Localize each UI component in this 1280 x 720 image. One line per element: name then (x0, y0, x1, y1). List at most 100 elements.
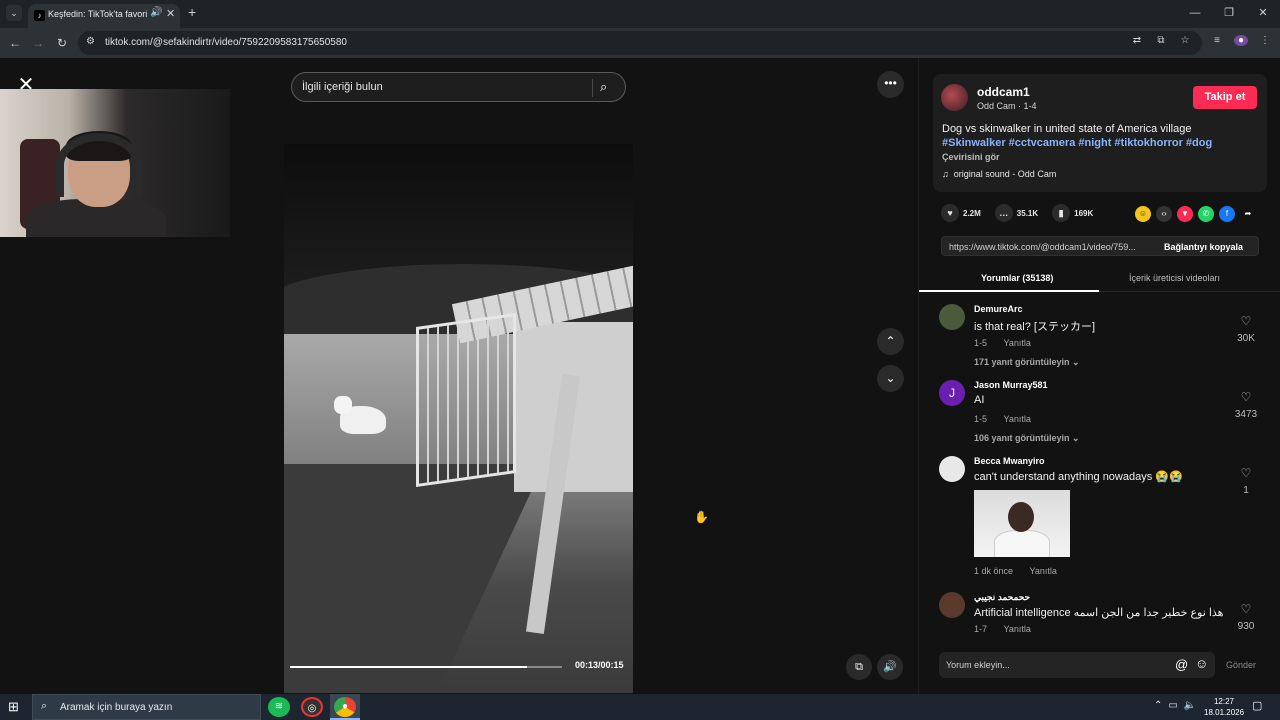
window-controls: — ❐ ✕ (1178, 0, 1280, 28)
url-text[interactable]: tiktok.com/@sefakindirtr/video/759220958… (105, 37, 347, 48)
save-button[interactable]: ▮ 169K (1052, 204, 1093, 222)
send-button[interactable]: Gönder (1226, 660, 1256, 670)
view-replies-label: 171 yanıt görüntüleyin (974, 357, 1070, 367)
webcam-overlay (0, 89, 230, 237)
browser-menu-icon[interactable]: ⋮ (1258, 35, 1272, 46)
comment-text: is that real? [ステッカー] (974, 321, 1096, 333)
comment-input[interactable]: Yorum ekleyin... @ ☺ (939, 652, 1215, 678)
comment-icon: … (994, 204, 1013, 222)
comment-date: 1-5 (974, 414, 988, 424)
video-progress-bar[interactable] (290, 666, 562, 668)
comment-button[interactable]: … 35.1K (994, 204, 1038, 222)
video-time: 00:13/00:15 (575, 660, 624, 670)
video-player[interactable]: 00:13/00:15 (284, 144, 633, 693)
related-search-input[interactable]: İlgili içeriği bulun ⌕ (291, 72, 626, 102)
comment-like-button[interactable]: ♡ 30K (1231, 314, 1261, 346)
comment-date: 1-5 (974, 338, 988, 348)
forward-icon[interactable]: → (29, 34, 47, 52)
tab-search-icon[interactable]: ⌄ (6, 5, 22, 21)
reading-list-icon[interactable]: ≡ (1210, 35, 1224, 46)
install-app-icon[interactable]: ⧉ (1154, 35, 1168, 46)
share-arrow-icon[interactable]: ➦ (1240, 206, 1256, 222)
author-name[interactable]: oddcam1 (977, 85, 1030, 99)
comment-text: AI (974, 394, 985, 406)
commenter-avatar[interactable] (939, 304, 965, 330)
author-avatar[interactable] (941, 84, 968, 111)
comment-meta: 1-7 Yanıtla (974, 624, 1031, 634)
browser-tab[interactable]: ♪ Keşfedin: TikTok'ta favori vi 🔊 ✕ (28, 4, 180, 28)
notifications-icon[interactable]: ▢ (1252, 699, 1262, 712)
tab-creator-videos[interactable]: İçerik üreticisi videoları (1129, 273, 1220, 283)
obs-icon[interactable]: ◎ (301, 697, 323, 717)
comment-like-button[interactable]: ♡ 3473 (1231, 390, 1261, 422)
comment-like-button[interactable]: ♡ 930 (1231, 602, 1261, 634)
save-count: 169K (1074, 208, 1094, 218)
profile-icon[interactable]: ● (1234, 35, 1248, 46)
network-icon[interactable]: ▭ (1168, 700, 1177, 711)
view-replies-link[interactable]: 106 yanıt görüntüleyin ⌄ (974, 433, 1080, 444)
back-icon[interactable]: ← (6, 34, 24, 52)
repost-icon[interactable]: ▼ (1177, 206, 1193, 222)
post-hashtags[interactable]: #Skinwalker #cctvcamera #night #tiktokho… (942, 137, 1212, 149)
see-translation-link[interactable]: Çevirisini gör (942, 152, 1000, 162)
commenter-avatar[interactable] (939, 592, 965, 618)
picture-in-picture-icon[interactable]: ⧉ (846, 654, 872, 680)
reload-icon[interactable]: ↻ (53, 34, 71, 52)
commenter-name[interactable]: Jason Murray581 (974, 380, 1048, 390)
share-options: ☺ ‹› ▼ ✆ f ➦ (1135, 206, 1256, 222)
more-options-icon[interactable]: ••• (877, 71, 904, 98)
video-progress-fill (290, 666, 527, 668)
previous-video-icon[interactable]: ⌃ (877, 328, 904, 355)
spotify-icon[interactable]: ≋ (268, 697, 290, 717)
whatsapp-icon[interactable]: ✆ (1198, 206, 1214, 222)
site-info-icon[interactable]: ⚙ (86, 36, 95, 47)
chrome-icon[interactable]: ● (334, 697, 356, 717)
sound-name: original sound - Odd Cam (953, 169, 1057, 179)
address-bar[interactable]: ⚙ tiktok.com/@sefakindirtr/video/7592209… (78, 31, 1202, 55)
commenter-name[interactable]: Becca Mwanyiro (974, 456, 1045, 466)
video-link[interactable]: https://www.tiktok.com/@oddcam1/video/75… (949, 242, 1154, 252)
restore-icon[interactable]: ❐ (1212, 0, 1246, 28)
comment-like-button[interactable]: ♡ 1 (1231, 466, 1261, 498)
follow-button[interactable]: Takip et (1193, 86, 1257, 109)
view-replies-link[interactable]: 171 yanıt görüntüleyin ⌄ (974, 357, 1080, 368)
comment-like-count: 3473 (1234, 409, 1258, 420)
facebook-icon[interactable]: f (1219, 206, 1235, 222)
comment-sticker-image[interactable] (974, 490, 1070, 557)
embed-icon[interactable]: ‹› (1156, 206, 1172, 222)
volume-icon[interactable]: 🔊 (877, 654, 903, 680)
window-close-icon[interactable]: ✕ (1246, 0, 1280, 28)
comment-input-placeholder: Yorum ekleyin... (946, 660, 1010, 670)
minimize-icon[interactable]: — (1178, 0, 1212, 28)
friends-share-icon[interactable]: ☺ (1135, 206, 1151, 222)
translate-icon[interactable]: ⇄ (1130, 35, 1144, 46)
next-video-icon[interactable]: ⌄ (877, 365, 904, 392)
commenter-avatar[interactable] (939, 456, 965, 482)
post-description: Dog vs skinwalker in united state of Ame… (942, 123, 1192, 135)
mention-icon[interactable]: @ (1175, 657, 1188, 672)
commenter-name[interactable]: ححمحمد نجيبي (974, 592, 1030, 603)
clock-date: 18.01.2026 (1204, 708, 1245, 717)
reply-button[interactable]: Yanıtla (1004, 414, 1031, 424)
bookmark-star-icon[interactable]: ☆ (1178, 35, 1192, 46)
audio-playing-icon[interactable]: 🔊 (150, 7, 162, 18)
tray-chevron-icon[interactable]: ⌃ (1154, 700, 1162, 711)
new-tab-icon[interactable]: + (188, 4, 196, 20)
reply-button[interactable]: Yanıtla (1004, 624, 1031, 634)
reply-button[interactable]: Yanıtla (1030, 566, 1057, 576)
commenter-name[interactable]: DemureArc (974, 304, 1023, 314)
tab-comments[interactable]: Yorumlar (35138) (981, 273, 1053, 283)
like-button[interactable]: ♥ 2.2M (941, 204, 981, 222)
sound-row[interactable]: ♫ original sound - Odd Cam (942, 169, 1056, 179)
windows-start-icon[interactable]: ⊞ (8, 699, 19, 715)
clock-time: 12:27 (1213, 697, 1235, 706)
taskbar-search[interactable]: ⌕ Aramak için buraya yazın (32, 694, 261, 720)
taskbar-clock[interactable]: 12:27 18.01.2026 (1204, 696, 1244, 718)
speaker-icon[interactable]: 🔈 (1184, 700, 1196, 711)
emoji-icon[interactable]: ☺ (1195, 656, 1208, 671)
copy-link-button[interactable]: Bağlantıyı kopyala (1164, 242, 1243, 252)
tab-close-icon[interactable]: ✕ (166, 7, 175, 20)
commenter-avatar[interactable]: J (939, 380, 965, 406)
reply-button[interactable]: Yanıtla (1004, 338, 1031, 348)
search-icon[interactable]: ⌕ (600, 79, 607, 95)
